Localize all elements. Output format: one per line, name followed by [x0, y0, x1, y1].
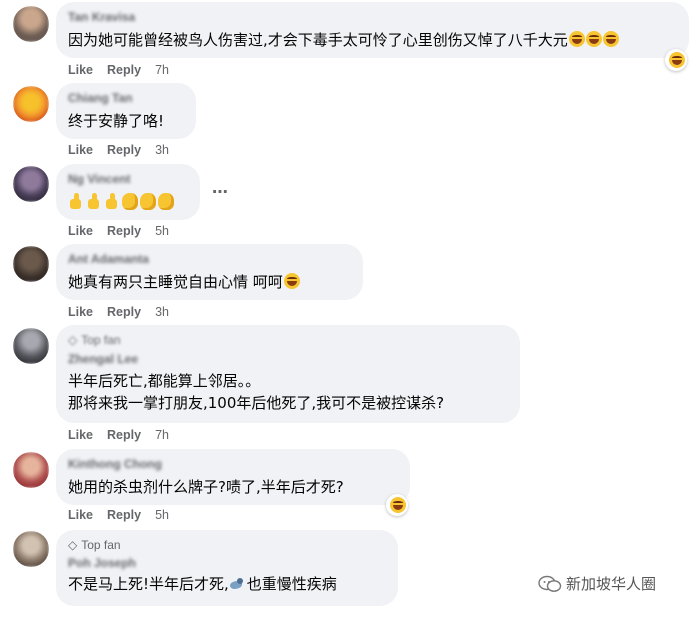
thumbs-up-emoji-icon: [104, 193, 120, 210]
comment-text: 她真有两只主睡觉自由心情 呵呵: [68, 271, 351, 293]
clapping-hands-emoji-icon: [122, 193, 138, 210]
like-button[interactable]: Like: [68, 224, 93, 238]
comment-text-line: 因为她可能曾经被鸟人伤害过,才会下毒手太可怜了心里创伤又悼了八千大元: [68, 31, 568, 49]
reply-button[interactable]: Reply: [107, 63, 141, 77]
timestamp[interactable]: 5h: [155, 508, 169, 522]
reaction-haha-icon[interactable]: [386, 494, 408, 516]
reply-button[interactable]: Reply: [107, 224, 141, 238]
comment-actions: Like Reply 5h: [68, 224, 169, 238]
comment-text: 半年后死亡,都能算上邻居。。 那将来我一掌打朋友,100年后他死了,我可不是被控…: [68, 370, 508, 414]
avatar[interactable]: [13, 246, 49, 282]
wechat-icon: [538, 575, 562, 592]
diamond-icon: ◇: [68, 333, 78, 347]
reply-button[interactable]: Reply: [107, 508, 141, 522]
commenter-name[interactable]: Poh Joseph: [68, 555, 386, 571]
like-button[interactable]: Like: [68, 428, 93, 442]
rolling-laughing-emoji-icon: [602, 31, 619, 47]
comment-bubble: ◇ Top fan Zhengal Lee 半年后死亡,都能算上邻居。。 那将来…: [56, 325, 520, 423]
avatar[interactable]: [13, 531, 49, 567]
comment-text-line: 半年后死亡,都能算上邻居。。: [68, 372, 261, 390]
like-button[interactable]: Like: [68, 305, 93, 319]
timestamp[interactable]: 5h: [155, 224, 169, 238]
comment-text: 终于安静了咯!: [68, 112, 165, 130]
comment-text-line: 那将来我一掌打朋友,100年后他死了,我可不是被控谋杀?: [68, 394, 445, 412]
comment-actions: Like Reply 3h: [68, 305, 169, 319]
like-button[interactable]: Like: [68, 143, 93, 157]
avatar[interactable]: [13, 328, 49, 364]
clapping-hands-emoji-icon: [140, 193, 156, 210]
badge-label: Top fan: [81, 538, 121, 552]
comment-text: 她用的杀虫剂什么牌子?啧了,半年后才死?: [68, 478, 344, 496]
commenter-name[interactable]: Kinthong Chong: [68, 456, 398, 472]
comment-text-line: 也重慢性疾病: [246, 575, 337, 593]
comment-bubble: Ant Adamanta 她真有两只主睡觉自由心情 呵呵: [56, 244, 363, 300]
timestamp[interactable]: 7h: [155, 428, 169, 442]
like-button[interactable]: Like: [68, 63, 93, 77]
avatar[interactable]: [13, 6, 49, 42]
reply-button[interactable]: Reply: [107, 428, 141, 442]
reply-button[interactable]: Reply: [107, 143, 141, 157]
timestamp[interactable]: 7h: [155, 63, 169, 77]
comment-actions: Like Reply 7h: [68, 428, 169, 442]
comment-bubble: Kinthong Chong 她用的杀虫剂什么牌子?啧了,半年后才死?: [56, 449, 410, 505]
comment-bubble: ◇ Top fan Poh Joseph 不是马上死!半年后才死, 也重慢性疾病: [56, 530, 398, 606]
more-options-icon[interactable]: ⋯: [212, 182, 229, 202]
comment-text: [68, 191, 188, 213]
commenter-name[interactable]: Tan Kravisa: [68, 9, 677, 25]
commenter-name[interactable]: Ant Adamanta: [68, 251, 351, 267]
avatar[interactable]: [13, 452, 49, 488]
laughing-emoji-icon: [568, 31, 585, 47]
thumbs-up-emoji-icon: [86, 193, 102, 210]
comment-bubble: Ng Vincent: [56, 164, 200, 220]
comment-actions: Like Reply 3h: [68, 143, 169, 157]
top-fan-badge: ◇ Top fan: [68, 332, 508, 348]
clapping-hands-emoji-icon: [158, 193, 174, 210]
like-button[interactable]: Like: [68, 508, 93, 522]
comment-text-line: 她真有两只主睡觉自由心情 呵呵: [68, 273, 283, 291]
commenter-name[interactable]: Ng Vincent: [68, 171, 188, 187]
comment-text-line: 不是马上死!半年后才死,: [68, 575, 229, 593]
laughing-emoji-icon: [585, 31, 602, 47]
bird-emoji-icon: [229, 577, 245, 591]
commenter-name[interactable]: Zhengal Lee: [68, 351, 508, 367]
thumbs-up-emoji-icon: [68, 193, 84, 210]
timestamp[interactable]: 3h: [155, 305, 169, 319]
avatar[interactable]: [13, 166, 49, 202]
avatar[interactable]: [13, 86, 49, 122]
reaction-haha-icon[interactable]: [665, 49, 687, 71]
top-fan-badge: ◇ Top fan: [68, 537, 386, 553]
comment-text: 不是马上死!半年后才死, 也重慢性疾病: [68, 573, 386, 595]
commenter-name[interactable]: Chiang Tan: [68, 90, 184, 106]
comment-bubble: Chiang Tan 终于安静了咯!: [56, 83, 196, 139]
watermark: 新加坡华人圈: [538, 573, 656, 594]
badge-label: Top fan: [81, 333, 121, 347]
laughing-emoji-icon: [283, 273, 300, 289]
comment-actions: Like Reply 5h: [68, 508, 169, 522]
reply-button[interactable]: Reply: [107, 305, 141, 319]
comment-actions: Like Reply 7h: [68, 63, 169, 77]
watermark-text: 新加坡华人圈: [566, 575, 657, 593]
comment-bubble: Tan Kravisa 因为她可能曾经被鸟人伤害过,才会下毒手太可怜了心里创伤又…: [56, 2, 689, 58]
comment-text: 因为她可能曾经被鸟人伤害过,才会下毒手太可怜了心里创伤又悼了八千大元: [68, 29, 677, 51]
diamond-icon: ◇: [68, 538, 78, 552]
timestamp[interactable]: 3h: [155, 143, 169, 157]
